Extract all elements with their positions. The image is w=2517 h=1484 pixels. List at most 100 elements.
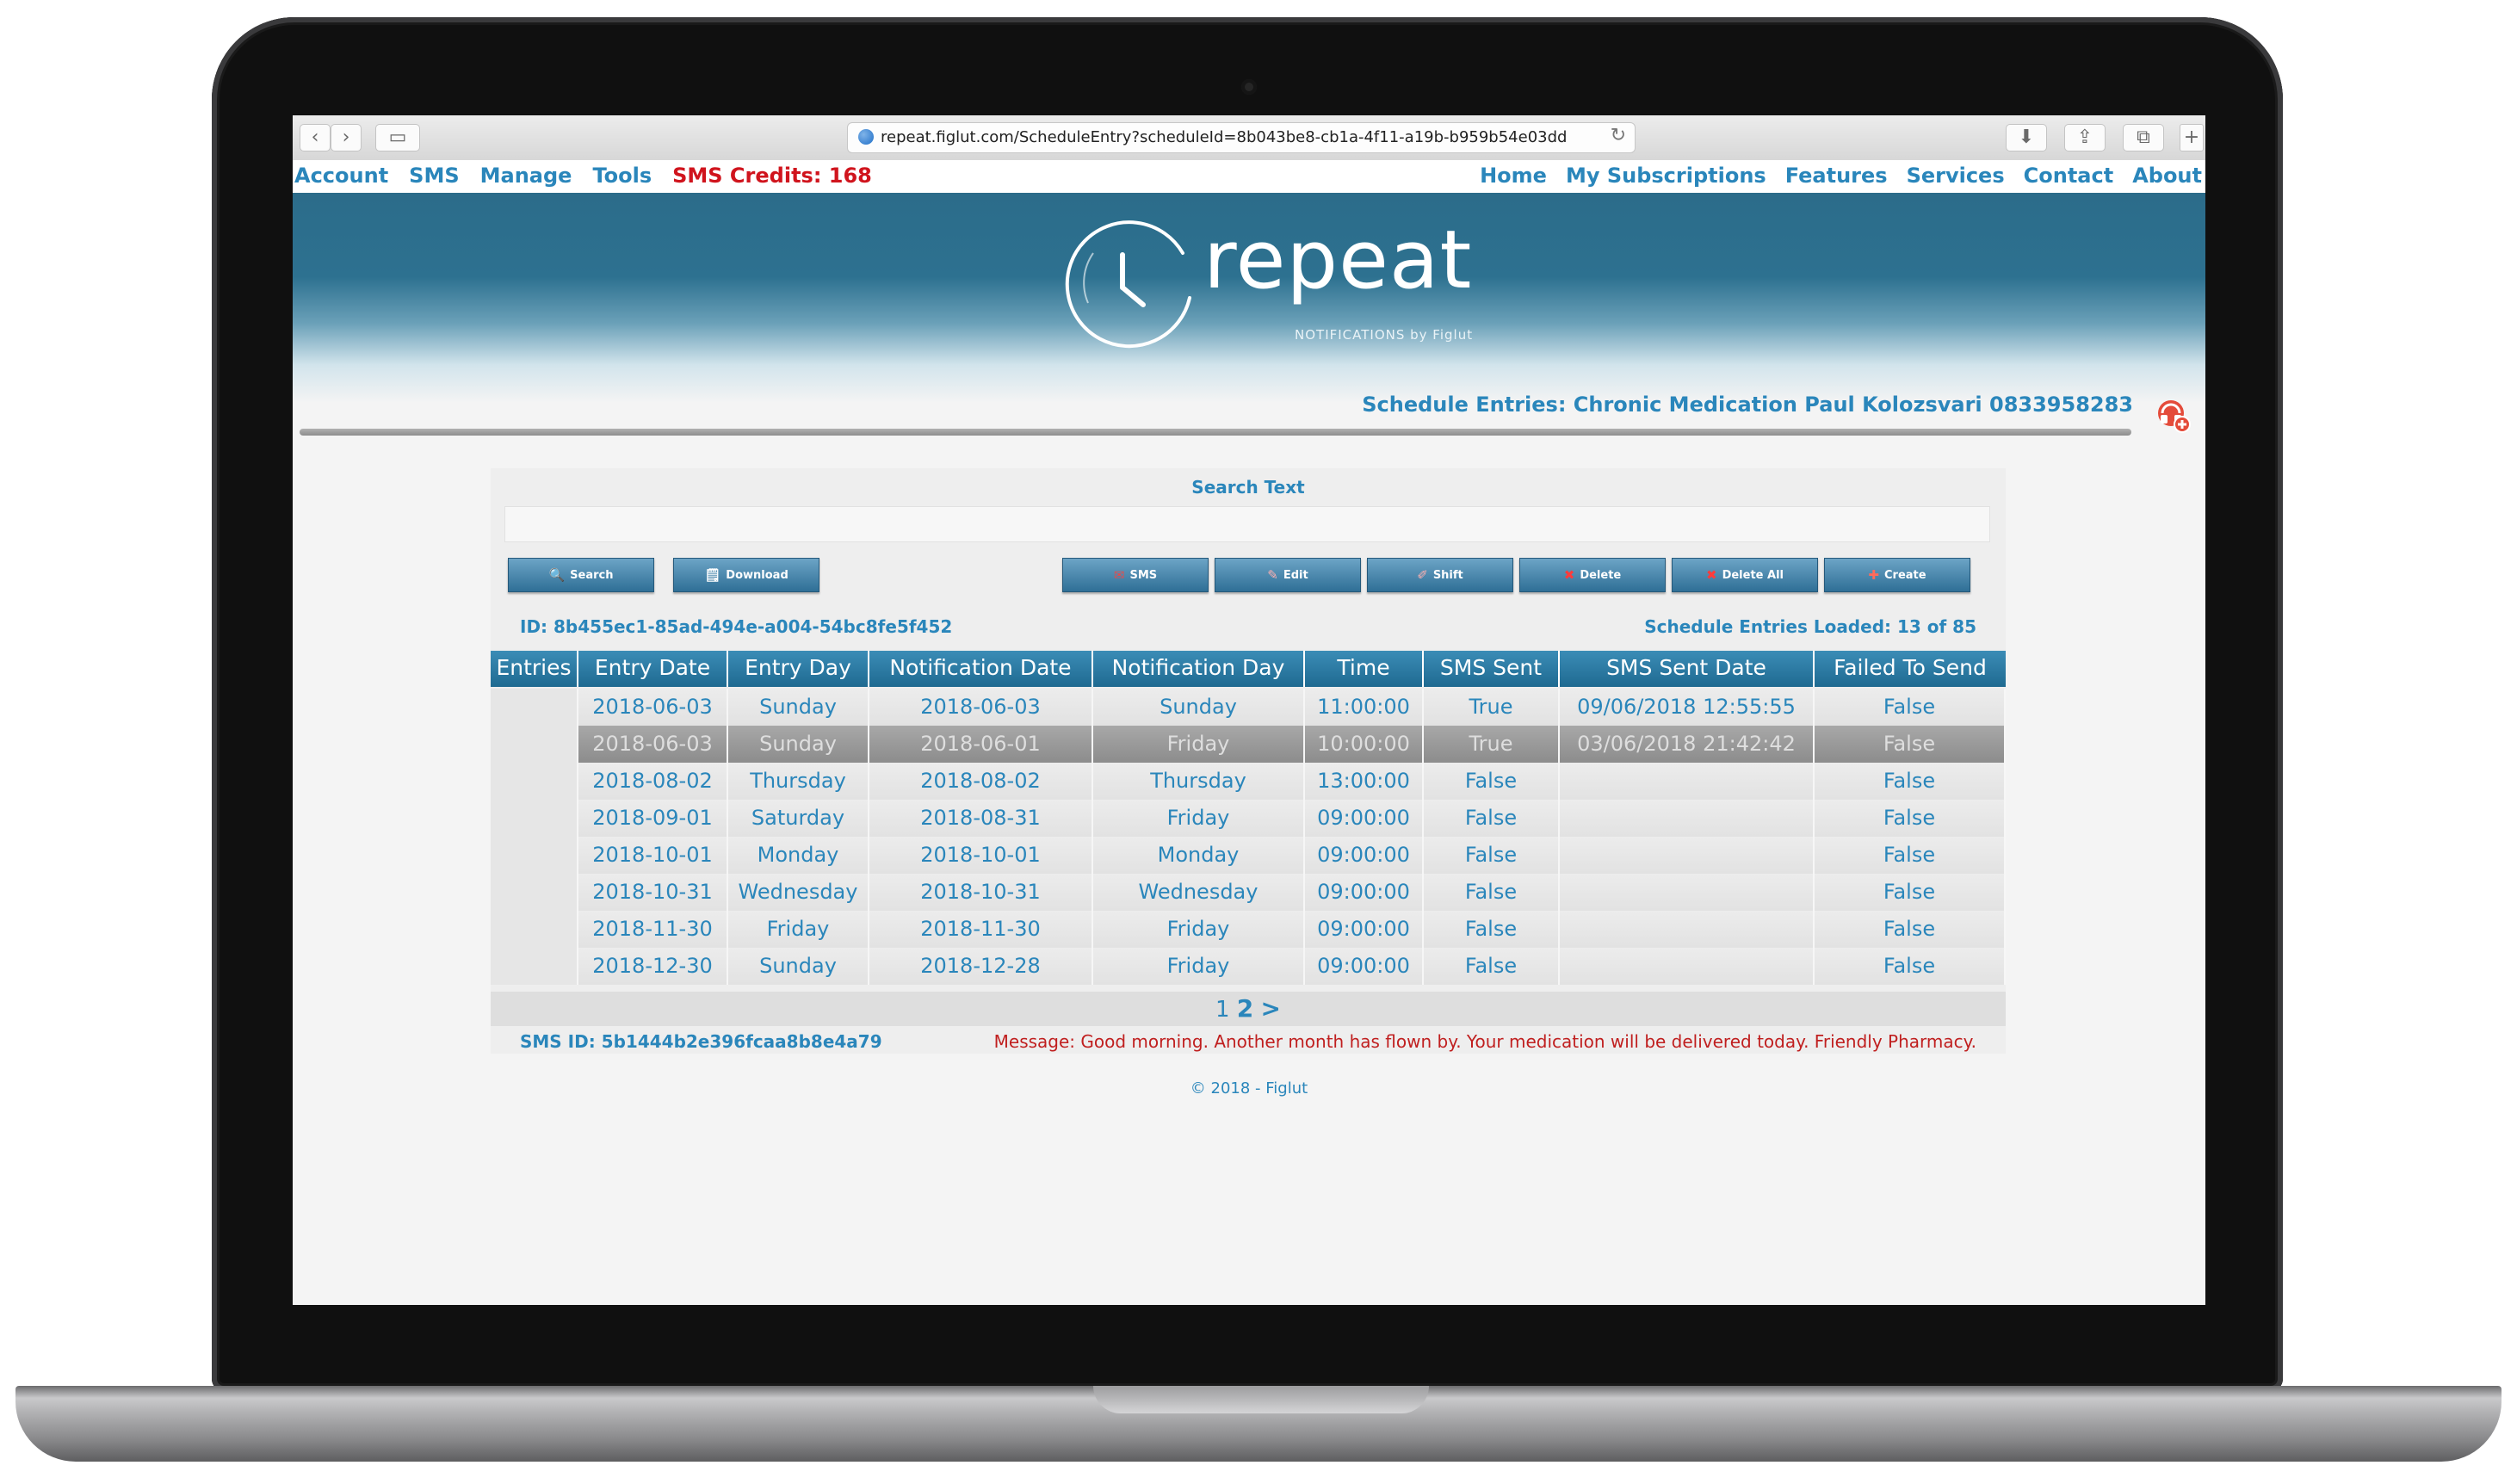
cell-failed-to-send: False — [1815, 911, 2006, 948]
create-button[interactable]: ✚ Create — [1824, 558, 1970, 592]
nav-manage[interactable]: Manage — [480, 164, 572, 188]
pagination: 1 2 > — [491, 992, 2006, 1026]
delete-all-button[interactable]: ✖ Delete All — [1672, 558, 1818, 592]
cell-failed-to-send: False — [1815, 689, 2006, 726]
shift-button-label: Shift — [1432, 568, 1463, 582]
cell-notification-day: Friday — [1093, 726, 1305, 763]
cell-time: 09:00:00 — [1305, 948, 1424, 985]
cell-notification-date: 2018-10-01 — [869, 837, 1093, 874]
nav-tools[interactable]: Tools — [592, 164, 652, 188]
table-row[interactable]: 2018-06-03 Sunday 2018-06-03 Sunday 11:00:00… — [491, 689, 2006, 726]
cell-sms-sent-date — [1560, 874, 1815, 911]
back-icon[interactable]: ‹ — [300, 124, 331, 151]
download-icon[interactable]: ⬇ — [2006, 124, 2047, 151]
download-button[interactable]: 🗒 Download — [673, 558, 819, 592]
nav-sms[interactable]: SMS — [409, 164, 459, 188]
url-text: repeat.figlut.com/ScheduleEntry?schedule… — [881, 128, 1568, 146]
tabs-icon[interactable]: ⧉ — [2123, 124, 2164, 151]
cell-time: 09:00:00 — [1305, 800, 1424, 837]
delete-button[interactable]: ✖ Delete — [1519, 558, 1666, 592]
cell-notification-date: 2018-12-28 — [869, 948, 1093, 985]
page-link-1[interactable]: 1 — [1215, 997, 1230, 1023]
column-header-notification-date[interactable]: Notification Date — [869, 651, 1093, 687]
search-input[interactable] — [504, 506, 1990, 542]
add-entry-icon[interactable] — [2154, 396, 2192, 434]
create-button-label: Create — [1884, 568, 1926, 582]
column-header-entries[interactable]: Entries — [491, 651, 578, 687]
globe-icon — [858, 129, 874, 145]
browser-toolbar: ‹ › ▭ repeat.figlut.com/ScheduleEntry?sc… — [293, 115, 2205, 161]
cell-failed-to-send: False — [1815, 837, 2006, 874]
cell-entries — [491, 689, 578, 726]
cell-entries — [491, 763, 578, 800]
shift-pencil-icon: ✐ — [1417, 566, 1428, 583]
share-icon[interactable]: ⇪ — [2064, 124, 2106, 151]
cell-sms-sent: True — [1424, 689, 1560, 726]
cell-sms-sent-date — [1560, 837, 1815, 874]
cell-time: 09:00:00 — [1305, 911, 1424, 948]
nav-my-subscriptions[interactable]: My Subscriptions — [1566, 164, 1766, 188]
cell-entries — [491, 837, 578, 874]
edit-button[interactable]: ✎ Edit — [1215, 558, 1361, 592]
cell-notification-date: 2018-08-02 — [869, 763, 1093, 800]
cell-notification-date: 2018-08-31 — [869, 800, 1093, 837]
footer-copyright: © 2018 - Figlut — [1190, 1079, 1308, 1098]
sms-button[interactable]: ✉ SMS — [1062, 558, 1209, 592]
cell-entry-day: Sunday — [728, 948, 869, 985]
nav-about[interactable]: About — [2132, 164, 2202, 188]
table-row[interactable]: 2018-11-30 Friday 2018-11-30 Friday 09:00:00… — [491, 911, 2006, 948]
table-row[interactable]: 2018-10-31 Wednesday 2018-10-31 Wednesday 09… — [491, 874, 2006, 911]
cell-sms-sent-date: 09/06/2018 12:55:55 — [1560, 689, 1815, 726]
cell-entry-day: Monday — [728, 837, 869, 874]
column-header-notification-day[interactable]: Notification Day — [1093, 651, 1305, 687]
shift-button[interactable]: ✐ Shift — [1367, 558, 1513, 592]
column-header-failed-to-send[interactable]: Failed To Send — [1815, 651, 2006, 687]
search-button[interactable]: 🔍 Search — [508, 558, 654, 592]
search-label: Search Text — [1191, 477, 1305, 498]
column-header-time[interactable]: Time — [1305, 651, 1424, 687]
sms-id: SMS ID: 5b1444b2e396fcaa8b8e4a79 — [520, 1031, 882, 1052]
table-row[interactable]: 2018-09-01 Saturday 2018-08-31 Friday 09:00:… — [491, 800, 2006, 837]
cell-notification-day: Wednesday — [1093, 874, 1305, 911]
cell-failed-to-send: False — [1815, 763, 2006, 800]
cell-entries — [491, 948, 578, 985]
download-file-icon: 🗒 — [704, 566, 721, 583]
cell-notification-date: 2018-10-31 — [869, 874, 1093, 911]
column-header-sms-sent-date[interactable]: SMS Sent Date — [1560, 651, 1815, 687]
sms-button-label: SMS — [1129, 568, 1158, 582]
nav-services[interactable]: Services — [1907, 164, 2005, 188]
cell-notification-day: Sunday — [1093, 689, 1305, 726]
repeat-logo[interactable]: repeat NOTIFICATIONS by Figlut — [293, 193, 2205, 356]
sidebar-icon[interactable]: ▭ — [375, 124, 420, 151]
nav-home[interactable]: Home — [1480, 164, 1547, 188]
cell-entry-date: 2018-12-30 — [578, 948, 728, 985]
header-divider — [300, 429, 2131, 436]
column-header-entry-day[interactable]: Entry Day — [728, 651, 869, 687]
nav-features[interactable]: Features — [1785, 164, 1888, 188]
nav-contact[interactable]: Contact — [2024, 164, 2114, 188]
cell-notification-day: Monday — [1093, 837, 1305, 874]
page-next-link[interactable]: > — [1261, 994, 1281, 1023]
table-row[interactable]: 2018-12-30 Sunday 2018-12-28 Friday 09:00:00… — [491, 948, 2006, 985]
cell-entry-date: 2018-10-01 — [578, 837, 728, 874]
sms-message: Message: Good morning. Another month has… — [993, 1031, 1976, 1052]
cell-entry-date: 2018-09-01 — [578, 800, 728, 837]
column-header-entry-date[interactable]: Entry Date — [578, 651, 728, 687]
table-header: Entries Entry Date Entry Day Notificatio… — [491, 651, 2006, 687]
forward-icon[interactable]: › — [331, 124, 362, 151]
cell-sms-sent: False — [1424, 763, 1560, 800]
cell-entry-day: Sunday — [728, 726, 869, 763]
nav-account[interactable]: Account — [294, 164, 388, 188]
table-row[interactable]: 2018-10-01 Monday 2018-10-01 Monday 09:00:00… — [491, 837, 2006, 874]
cell-time: 11:00:00 — [1305, 689, 1424, 726]
reload-icon[interactable]: ↻ — [1611, 125, 1626, 146]
cell-notification-date: 2018-06-01 — [869, 726, 1093, 763]
table-row[interactable]: 2018-06-03 Sunday 2018-06-01 Friday 10:00:00… — [491, 726, 2006, 763]
address-bar[interactable]: repeat.figlut.com/ScheduleEntry?schedule… — [847, 122, 1636, 153]
new-tab-icon[interactable]: + — [2180, 124, 2204, 151]
column-header-sms-sent[interactable]: SMS Sent — [1424, 651, 1560, 687]
cell-entries — [491, 911, 578, 948]
cell-entry-date: 2018-08-02 — [578, 763, 728, 800]
page-link-2[interactable]: 2 — [1237, 994, 1253, 1023]
table-row[interactable]: 2018-08-02 Thursday 2018-08-02 Thursday 13:0… — [491, 763, 2006, 800]
